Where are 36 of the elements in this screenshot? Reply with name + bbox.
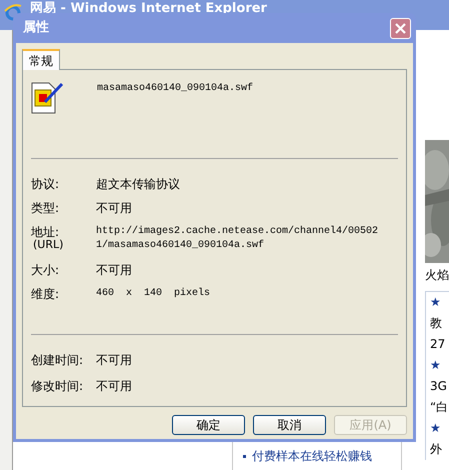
- dialog-button[interactable]: 确定: [172, 415, 245, 435]
- news-line: 外: [430, 441, 443, 458]
- property-label: 大小:: [31, 263, 60, 277]
- close-icon: [395, 22, 406, 34]
- property-value: 不可用: [96, 201, 132, 215]
- property-value: http://images2.cache.netease.com/channel4/005021/masamaso460140_090104a.swf: [96, 225, 380, 253]
- dialog-button[interactable]: 取消: [253, 415, 326, 435]
- property-value: 不可用: [96, 263, 132, 277]
- property-label: 地址:: [31, 225, 60, 239]
- general-tab[interactable]: 常规: [22, 49, 60, 70]
- property-label: 修改时间:: [31, 379, 84, 393]
- file-name: masamaso460140_090104a.swf: [97, 82, 254, 96]
- property-value: 460 x 140 pixels: [96, 287, 212, 301]
- property-label: 协议:: [31, 177, 60, 191]
- property-sublabel: (URL): [32, 239, 64, 251]
- bullet-icon: [243, 454, 246, 458]
- property-label: 维度:: [31, 287, 60, 301]
- news-link[interactable]: 付费样本在线轻松赚钱: [252, 447, 372, 465]
- dialog-title: 属性: [23, 19, 49, 38]
- news-line: 27: [430, 336, 446, 353]
- news-heading: ★: [430, 294, 442, 311]
- property-value: 不可用: [96, 379, 132, 393]
- image-caption: 火焰: [425, 267, 449, 283]
- flash-file-icon: [31, 80, 65, 114]
- property-value: 不可用: [96, 353, 132, 367]
- news-heading: ★: [430, 420, 442, 437]
- close-button[interactable]: [390, 18, 411, 38]
- property-label: 类型:: [31, 201, 60, 215]
- news-line: “白: [430, 399, 449, 416]
- browser-title: 网易 - Windows Internet Explorer: [30, 1, 267, 17]
- news-heading: ★: [430, 357, 442, 374]
- browser-logo-icon: [4, 3, 22, 21]
- news-line: 教: [430, 315, 443, 332]
- news-line: 3G: [430, 378, 448, 395]
- property-label: 创建时间:: [31, 353, 84, 367]
- property-value: 超文本传输协议: [96, 177, 180, 191]
